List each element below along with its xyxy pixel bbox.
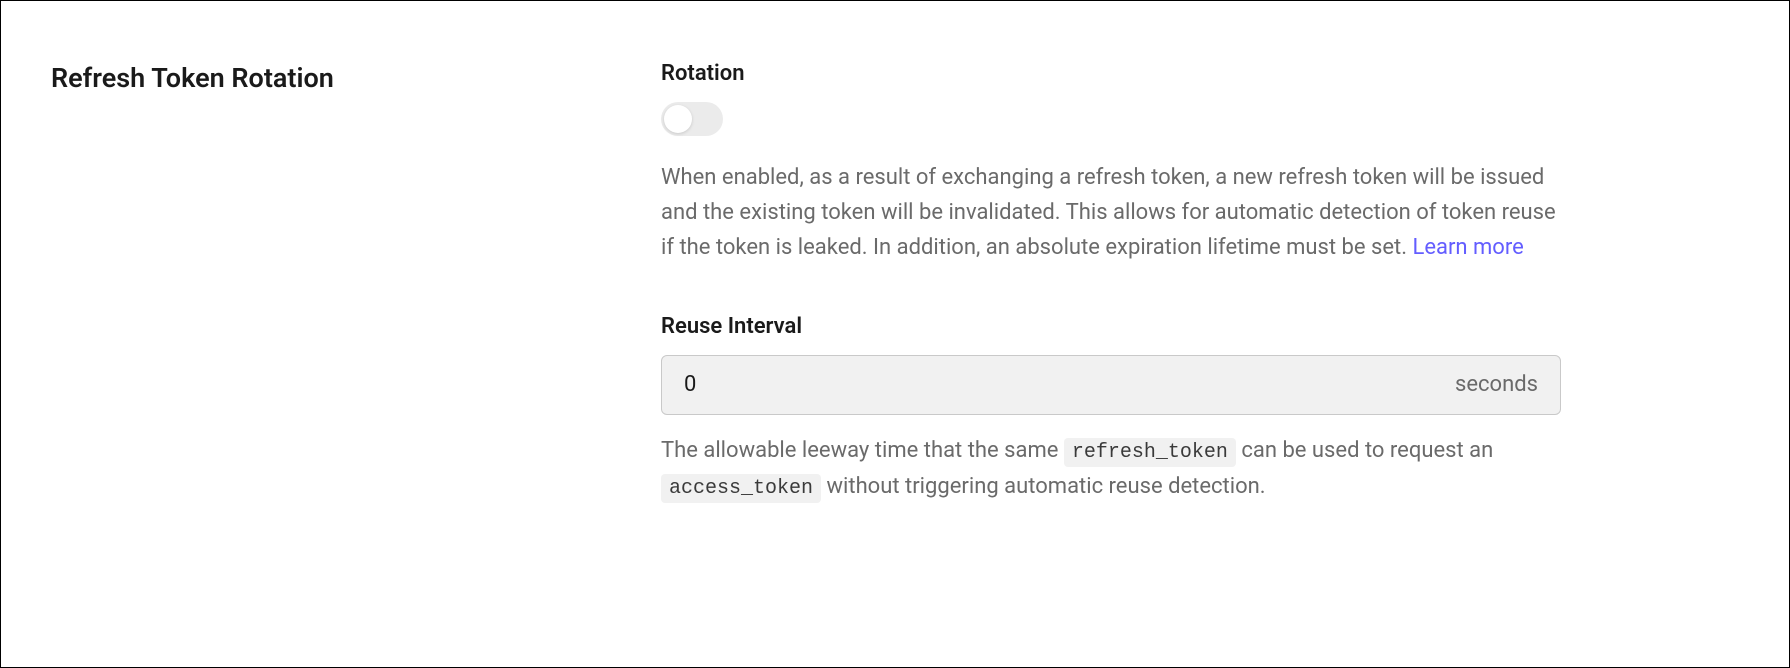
learn-more-link[interactable]: Learn more	[1412, 235, 1523, 260]
reuse-interval-unit: seconds	[1455, 372, 1538, 397]
settings-fields-column: Rotation When enabled, as a result of ex…	[661, 61, 1561, 627]
rotation-description: When enabled, as a result of exchanging …	[661, 160, 1561, 266]
section-header-column: Refresh Token Rotation	[51, 61, 621, 627]
reuse-desc-pre: The allowable leeway time that the same	[661, 438, 1064, 463]
reuse-interval-input-group[interactable]: seconds	[661, 355, 1561, 415]
settings-panel: Refresh Token Rotation Rotation When ena…	[0, 0, 1790, 668]
reuse-interval-label: Reuse Interval	[661, 314, 1561, 339]
rotation-field-group: Rotation When enabled, as a result of ex…	[661, 61, 1561, 266]
reuse-interval-field-group: Reuse Interval seconds The allowable lee…	[661, 314, 1561, 505]
rotation-toggle[interactable]	[661, 102, 723, 136]
section-title: Refresh Token Rotation	[51, 61, 621, 96]
reuse-interval-input[interactable]	[684, 372, 1455, 397]
reuse-desc-post: without triggering automatic reuse detec…	[821, 474, 1266, 499]
refresh-token-code: refresh_token	[1064, 438, 1236, 467]
rotation-label: Rotation	[661, 61, 1561, 86]
access-token-code: access_token	[661, 474, 821, 503]
reuse-desc-mid: can be used to request an	[1236, 438, 1493, 463]
reuse-interval-description: The allowable leeway time that the same …	[661, 433, 1561, 505]
toggle-handle-icon	[664, 105, 692, 133]
